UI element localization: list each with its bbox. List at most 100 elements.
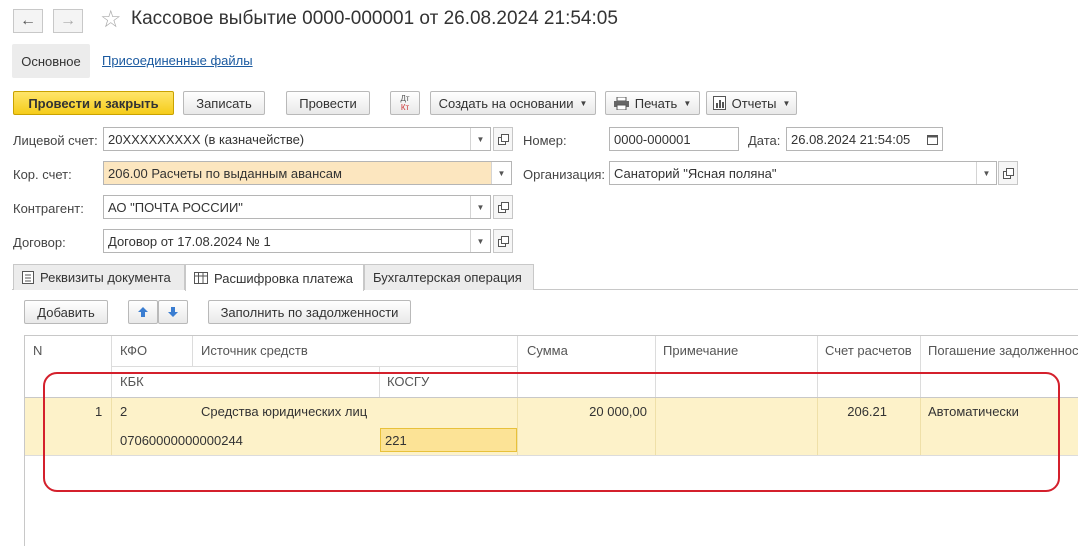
open-icon <box>497 201 509 213</box>
calendar-icon[interactable] <box>922 128 942 150</box>
cell-kbk[interactable]: 07060000000000244 <box>120 433 243 448</box>
organization-open-button[interactable] <box>998 161 1018 185</box>
account-open-button[interactable] <box>493 127 513 151</box>
corr-account-field[interactable]: 206.00 Расчеты по выданным авансам ▼ <box>103 161 512 185</box>
tab-document-details-label: Реквизиты документа <box>40 270 171 285</box>
grid-line <box>25 455 1078 456</box>
col-header-kosgu[interactable]: КОСГУ <box>387 374 429 389</box>
fill-by-debt-button[interactable]: Заполнить по задолженности <box>208 300 411 324</box>
grid-line <box>111 398 112 455</box>
date-label: Дата: <box>748 133 781 148</box>
col-header-kfo[interactable]: КФО <box>120 343 147 358</box>
arrow-left-icon: ← <box>20 12 36 29</box>
dt-kt-button[interactable]: Дт Кт <box>390 91 420 115</box>
chevron-down-icon[interactable]: ▼ <box>470 196 490 218</box>
number-label: Номер: <box>523 133 567 148</box>
grid-line <box>111 336 112 398</box>
col-header-note[interactable]: Примечание <box>663 343 738 358</box>
contractor-field[interactable]: АО "ПОЧТА РОССИИ" ▼ <box>103 195 491 219</box>
tab-document-details[interactable]: Реквизиты документа <box>13 264 185 290</box>
organization-field[interactable]: Санаторий "Ясная поляна" ▼ <box>609 161 997 185</box>
print-label: Печать <box>634 95 678 111</box>
grid-line <box>655 398 656 455</box>
dt-label: Дт <box>400 94 410 103</box>
grid-line <box>517 336 518 398</box>
add-row-button[interactable]: Добавить <box>24 300 108 324</box>
save-button[interactable]: Записать <box>183 91 265 115</box>
chevron-down-icon[interactable]: ▼ <box>976 162 996 184</box>
chevron-down-icon: ▼ <box>683 98 692 108</box>
cell-kosgu-editing[interactable]: 221 <box>380 428 517 452</box>
print-button[interactable]: Печать ▼ <box>605 91 700 115</box>
col-header-account[interactable]: Счет расчетов <box>825 343 912 358</box>
grid-line <box>192 336 193 366</box>
cell-source[interactable]: Средства юридических лиц <box>201 404 367 419</box>
grid-line <box>111 366 517 367</box>
reports-button[interactable]: Отчеты ▼ <box>706 91 797 115</box>
section-tab-attached-files[interactable]: Присоединенные файлы <box>102 53 253 68</box>
open-icon <box>497 235 509 247</box>
number-field[interactable]: 0000-000001 <box>609 127 739 151</box>
dt-kt-icon: Дт Кт <box>400 94 409 112</box>
report-icon <box>712 96 726 110</box>
grid-line <box>817 336 818 398</box>
grid-line <box>920 336 921 398</box>
contract-open-button[interactable] <box>493 229 513 253</box>
create-based-on-button[interactable]: Создать на основании ▼ <box>430 91 596 115</box>
cell-account[interactable]: 206.21 <box>817 404 887 419</box>
col-header-source[interactable]: Источник средств <box>201 343 308 358</box>
corr-account-value: 206.00 Расчеты по выданным авансам <box>108 165 342 181</box>
corr-account-label: Кор. счет: <box>13 167 72 182</box>
move-up-button[interactable] <box>128 300 158 324</box>
move-down-button[interactable] <box>158 300 188 324</box>
grid-line <box>920 398 921 455</box>
col-header-sum[interactable]: Сумма <box>527 343 568 358</box>
document-icon <box>22 271 34 284</box>
open-icon <box>497 133 509 145</box>
arrow-down-icon <box>168 307 178 317</box>
back-button[interactable]: ← <box>13 9 43 33</box>
tab-payment-breakdown[interactable]: Расшифровка платежа <box>185 264 364 291</box>
chevron-down-icon[interactable]: ▼ <box>491 162 511 184</box>
forward-button[interactable]: → <box>53 9 83 33</box>
col-header-kbk[interactable]: КБК <box>120 374 144 389</box>
organization-value: Санаторий "Ясная поляна" <box>614 165 777 181</box>
contractor-open-button[interactable] <box>493 195 513 219</box>
contract-value: Договор от 17.08.2024 № 1 <box>108 233 271 249</box>
cell-sum[interactable]: 20 000,00 <box>517 404 647 419</box>
chevron-down-icon: ▼ <box>579 98 588 108</box>
chevron-down-icon: ▼ <box>782 98 791 108</box>
create-based-on-label: Создать на основании <box>438 95 574 111</box>
organization-label: Организация: <box>523 167 606 182</box>
account-value: 20XXXXXXXXX (в казначействе) <box>108 131 305 147</box>
contract-field[interactable]: Договор от 17.08.2024 № 1 ▼ <box>103 229 491 253</box>
reports-label: Отчеты <box>731 95 777 111</box>
account-field[interactable]: 20XXXXXXXXX (в казначействе) ▼ <box>103 127 491 151</box>
cell-kosgu: 221 <box>385 432 407 448</box>
account-label: Лицевой счет: <box>13 133 98 148</box>
arrow-right-icon: → <box>60 12 76 29</box>
printer-icon <box>613 96 629 110</box>
arrow-up-icon <box>138 307 148 317</box>
tab-accounting-operation[interactable]: Бухгалтерская операция <box>364 264 534 290</box>
col-header-n[interactable]: N <box>33 343 42 358</box>
date-field[interactable]: 26.08.2024 21:54:05 <box>786 127 943 151</box>
chevron-down-icon[interactable]: ▼ <box>470 230 490 252</box>
cell-kfo[interactable]: 2 <box>120 404 127 419</box>
chevron-down-icon[interactable]: ▼ <box>470 128 490 150</box>
grid-line <box>379 366 380 398</box>
payment-breakdown-table: N КФО Источник средств Сумма Примечание … <box>24 335 1078 546</box>
page-title: Кассовое выбытие 0000-000001 от 26.08.20… <box>131 8 618 29</box>
tab-payment-breakdown-label: Расшифровка платежа <box>214 270 353 286</box>
cell-repay[interactable]: Автоматически <box>928 404 1019 419</box>
cell-n[interactable]: 1 <box>95 404 102 419</box>
post-and-close-button[interactable]: Провести и закрыть <box>13 91 174 115</box>
contractor-label: Контрагент: <box>13 201 84 216</box>
favorite-star-icon[interactable]: ☆ <box>100 6 122 34</box>
col-header-repay[interactable]: Погашение задолженности <box>928 343 1078 358</box>
kt-label: Кт <box>400 103 410 112</box>
post-button[interactable]: Провести <box>286 91 370 115</box>
section-tab-main[interactable]: Основное <box>12 44 90 78</box>
table-icon <box>194 272 208 284</box>
open-icon <box>1002 167 1014 179</box>
